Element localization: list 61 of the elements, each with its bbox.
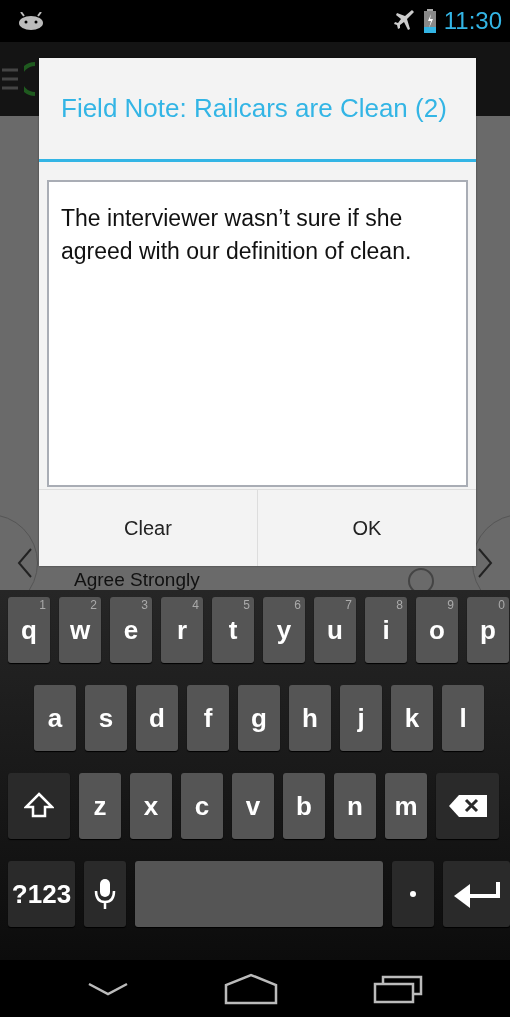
backspace-key[interactable] [436,773,499,839]
letter-key[interactable]: d [136,685,178,751]
recent-apps-icon[interactable] [372,973,423,1004]
key-hint: 3 [141,598,148,612]
home-icon[interactable] [224,972,278,1005]
letter-key[interactable]: h [289,685,331,751]
letter-key[interactable]: p 0 [467,597,509,663]
letter-key[interactable]: f [187,685,229,751]
letter-key[interactable]: y 6 [263,597,305,663]
enter-key[interactable] [443,861,510,927]
letter-key[interactable]: i 8 [365,597,407,663]
letter-key[interactable]: k [391,685,433,751]
letter-key[interactable]: a [34,685,76,751]
dialog-title: Field Note: Railcars are Clean (2) [39,58,476,162]
period-icon [410,891,416,897]
letter-key[interactable]: g [238,685,280,751]
key-hint: 6 [294,598,301,612]
letter-key[interactable]: r 4 [161,597,203,663]
letter-key[interactable]: s [85,685,127,751]
key-hint: 2 [90,598,97,612]
letter-key[interactable]: t 5 [212,597,254,663]
app-logo-icon [24,62,36,96]
letter-key[interactable]: z [79,773,121,839]
symbols-key[interactable]: ?123 [8,861,75,927]
letter-key[interactable]: w 2 [59,597,101,663]
android-icon [18,12,44,30]
backspace-icon [448,795,487,817]
dialog-button[interactable]: OK [257,490,476,566]
letter-key[interactable]: c [181,773,223,839]
key-hint: 4 [192,598,199,612]
enter-icon [453,880,500,908]
chevron-left-icon [17,547,33,579]
letter-key[interactable]: v [232,773,274,839]
chevron-right-icon [477,547,493,579]
letter-key[interactable]: q 1 [8,597,50,663]
option-label: Agree Strongly [74,570,200,590]
clock-time: 11:30 [443,7,502,35]
microphone-icon [94,878,116,910]
battery-icon [423,9,436,33]
dialog-button[interactable]: Clear [39,490,257,566]
key-hint: 8 [396,598,403,612]
letter-key[interactable]: x [130,773,172,839]
letter-key[interactable]: l [442,685,484,751]
key-hint: 1 [39,598,46,612]
letter-key[interactable]: u 7 [314,597,356,663]
letter-key[interactable]: m [385,773,427,839]
back-icon[interactable] [87,980,130,997]
shift-icon [24,792,54,820]
letter-key[interactable]: e 3 [110,597,152,663]
key-hint: 0 [498,598,505,612]
letter-key[interactable]: n [334,773,376,839]
airplane-icon [393,10,416,32]
key-hint: 9 [447,598,454,612]
key-hint: 5 [243,598,250,612]
letter-key[interactable]: o 9 [416,597,458,663]
letter-key[interactable]: b [283,773,325,839]
microphone-key[interactable] [84,861,126,927]
shift-key[interactable] [8,773,70,839]
note-field[interactable]: The interviewer wasn’t sure if she agreed with our definition of clean. [47,180,468,487]
letter-key[interactable]: j [340,685,382,751]
key-hint: 7 [345,598,352,612]
